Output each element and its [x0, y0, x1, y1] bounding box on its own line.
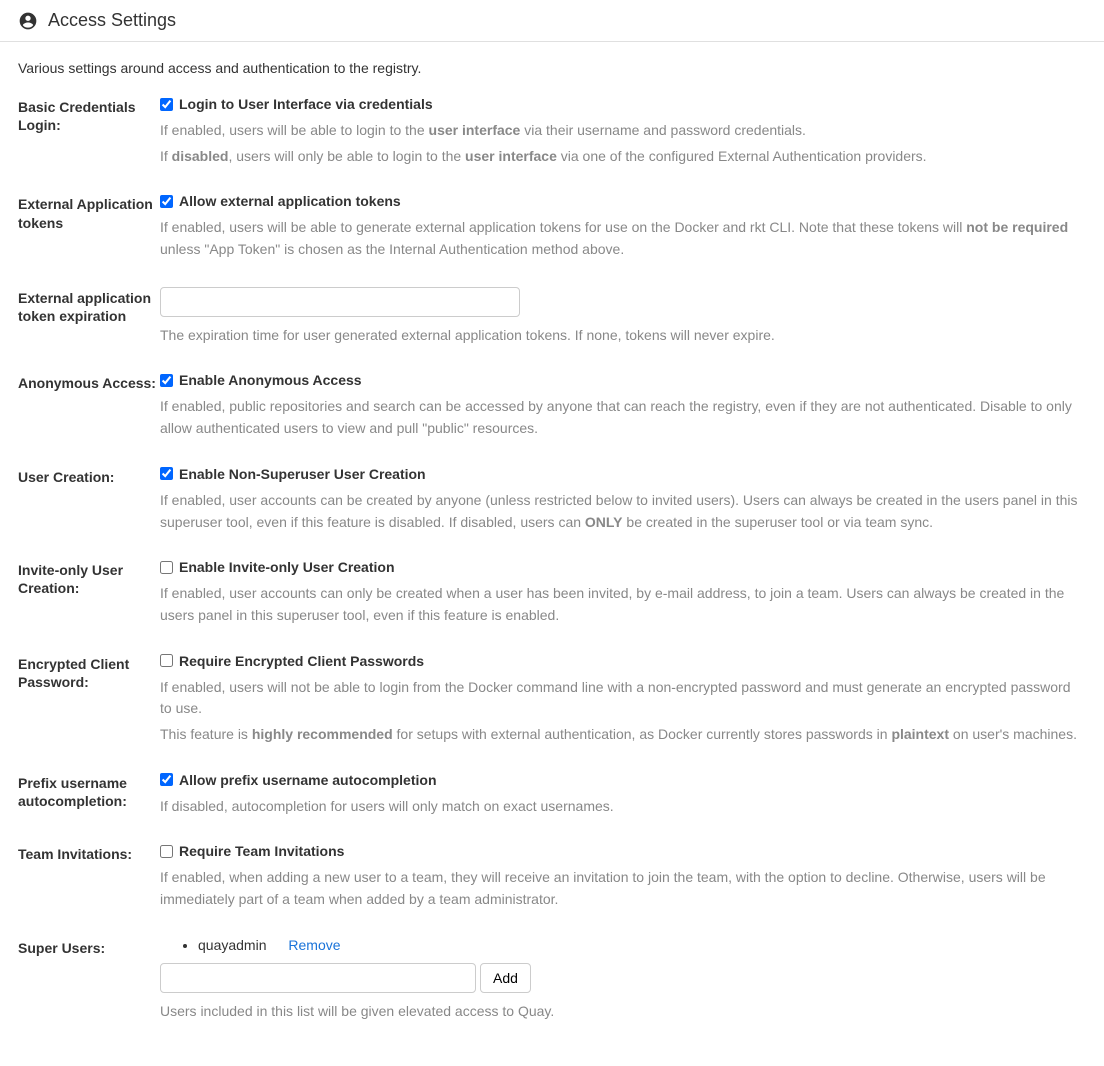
- setting-label: Prefix username autocompletion:: [18, 772, 160, 822]
- checkbox-row: Enable Non-Superuser User Creation: [160, 466, 1086, 482]
- help-text: If enabled, users will be able to genera…: [160, 217, 1086, 260]
- setting-content: quayadmin Remove Add Users included in t…: [160, 937, 1086, 1027]
- add-button[interactable]: Add: [480, 963, 531, 993]
- checkbox-label: Enable Non-Superuser User Creation: [179, 466, 426, 482]
- help-text: If enabled, users will not be able to lo…: [160, 677, 1086, 720]
- basic-credentials-checkbox[interactable]: [160, 98, 173, 111]
- help-text: Users included in this list will be give…: [160, 1001, 1086, 1023]
- setting-content: Allow external application tokens If ena…: [160, 193, 1086, 264]
- superuser-name: quayadmin: [198, 937, 267, 953]
- checkbox-label: Login to User Interface via credentials: [179, 96, 433, 112]
- setting-team-invitations: Team Invitations: Require Team Invitatio…: [18, 843, 1086, 914]
- setting-content: Enable Anonymous Access If enabled, publ…: [160, 372, 1086, 443]
- setting-content: Allow prefix username autocompletion If …: [160, 772, 1086, 822]
- help-text: If disabled, users will only be able to …: [160, 146, 1086, 168]
- help-text: If disabled, autocompletion for users wi…: [160, 796, 1086, 818]
- help-text: The expiration time for user generated e…: [160, 325, 1086, 347]
- checkbox-label: Require Encrypted Client Passwords: [179, 653, 424, 669]
- setting-content: The expiration time for user generated e…: [160, 287, 1086, 351]
- encrypted-password-checkbox[interactable]: [160, 654, 173, 667]
- setting-invite-only: Invite-only User Creation: Enable Invite…: [18, 559, 1086, 630]
- setting-label: Basic Credentials Login:: [18, 96, 160, 171]
- team-invitations-checkbox[interactable]: [160, 845, 173, 858]
- setting-content: Login to User Interface via credentials …: [160, 96, 1086, 171]
- setting-external-tokens: External Application tokens Allow extern…: [18, 193, 1086, 264]
- checkbox-row: Require Team Invitations: [160, 843, 1086, 859]
- invite-only-checkbox[interactable]: [160, 561, 173, 574]
- setting-label: Super Users:: [18, 937, 160, 1027]
- help-text: If enabled, user accounts can only be cr…: [160, 583, 1086, 626]
- setting-label: Invite-only User Creation:: [18, 559, 160, 630]
- checkbox-label: Allow external application tokens: [179, 193, 401, 209]
- checkbox-row: Allow external application tokens: [160, 193, 1086, 209]
- checkbox-row: Require Encrypted Client Passwords: [160, 653, 1086, 669]
- setting-content: Enable Invite-only User Creation If enab…: [160, 559, 1086, 630]
- checkbox-label: Require Team Invitations: [179, 843, 344, 859]
- user-creation-checkbox[interactable]: [160, 467, 173, 480]
- setting-encrypted-password: Encrypted Client Password: Require Encry…: [18, 653, 1086, 750]
- setting-label: Anonymous Access:: [18, 372, 160, 443]
- superuser-list: quayadmin Remove: [160, 937, 1086, 953]
- setting-anonymous-access: Anonymous Access: Enable Anonymous Acces…: [18, 372, 1086, 443]
- help-text: If enabled, when adding a new user to a …: [160, 867, 1086, 910]
- checkbox-row: Enable Invite-only User Creation: [160, 559, 1086, 575]
- checkbox-label: Enable Invite-only User Creation: [179, 559, 395, 575]
- setting-label: External application token expiration: [18, 287, 160, 351]
- help-text: This feature is highly recommended for s…: [160, 724, 1086, 746]
- remove-link[interactable]: Remove: [288, 937, 340, 953]
- add-superuser-row: Add: [160, 963, 1086, 993]
- checkbox-label: Allow prefix username autocompletion: [179, 772, 437, 788]
- list-item: quayadmin Remove: [198, 937, 1086, 953]
- setting-label: Encrypted Client Password:: [18, 653, 160, 750]
- checkbox-label: Enable Anonymous Access: [179, 372, 362, 388]
- setting-basic-credentials: Basic Credentials Login: Login to User I…: [18, 96, 1086, 171]
- setting-label: External Application tokens: [18, 193, 160, 264]
- setting-content: Require Team Invitations If enabled, whe…: [160, 843, 1086, 914]
- intro-text: Various settings around access and authe…: [18, 60, 1086, 76]
- help-text: If enabled, user accounts can be created…: [160, 490, 1086, 533]
- setting-prefix-autocomplete: Prefix username autocompletion: Allow pr…: [18, 772, 1086, 822]
- user-circle-icon: [18, 11, 38, 31]
- page-title: Access Settings: [48, 10, 176, 31]
- external-tokens-checkbox[interactable]: [160, 195, 173, 208]
- setting-content: Enable Non-Superuser User Creation If en…: [160, 466, 1086, 537]
- setting-user-creation: User Creation: Enable Non-Superuser User…: [18, 466, 1086, 537]
- help-text: If enabled, users will be able to login …: [160, 120, 1086, 142]
- setting-label: User Creation:: [18, 466, 160, 537]
- prefix-autocomplete-checkbox[interactable]: [160, 773, 173, 786]
- setting-super-users: Super Users: quayadmin Remove Add Users …: [18, 937, 1086, 1027]
- help-text: If enabled, public repositories and sear…: [160, 396, 1086, 439]
- add-superuser-input[interactable]: [160, 963, 476, 993]
- setting-label: Team Invitations:: [18, 843, 160, 914]
- page-header: Access Settings: [0, 0, 1104, 42]
- anonymous-access-checkbox[interactable]: [160, 374, 173, 387]
- setting-content: Require Encrypted Client Passwords If en…: [160, 653, 1086, 750]
- checkbox-row: Allow prefix username autocompletion: [160, 772, 1086, 788]
- settings-container: Various settings around access and authe…: [0, 42, 1104, 1066]
- token-expiration-input[interactable]: [160, 287, 520, 317]
- setting-token-expiration: External application token expiration Th…: [18, 287, 1086, 351]
- checkbox-row: Enable Anonymous Access: [160, 372, 1086, 388]
- checkbox-row: Login to User Interface via credentials: [160, 96, 1086, 112]
